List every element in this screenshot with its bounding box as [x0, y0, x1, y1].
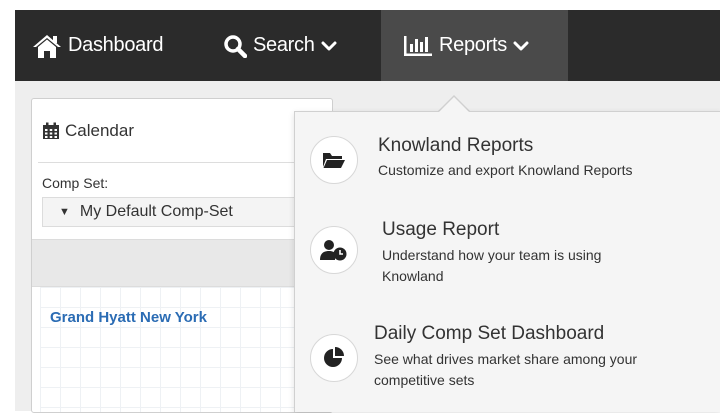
- pie-chart-icon: [310, 334, 358, 382]
- menu-item-title: Daily Comp Set Dashboard: [374, 323, 605, 344]
- calendar-panel: Calendar Comp Set: ▼ My Default Comp-Set…: [31, 98, 333, 413]
- home-icon: [32, 33, 62, 59]
- nav-dashboard-label: Dashboard: [68, 34, 164, 56]
- caret-down-icon: ▼: [59, 206, 70, 218]
- hotel-card: Grand Hyatt New York: [40, 287, 330, 412]
- calendar-header: Calendar: [42, 121, 134, 141]
- comp-set-select[interactable]: ▼ My Default Comp-Set: [42, 197, 322, 227]
- user-clock-icon: [310, 226, 358, 274]
- menu-item-title: Usage Report: [382, 219, 500, 240]
- search-icon: [223, 34, 247, 58]
- menu-item-knowland-reports[interactable]: Knowland Reports Customize and export Kn…: [295, 112, 720, 204]
- nav-search[interactable]: Search: [223, 10, 337, 81]
- top-navbar: Dashboard Search Reports: [15, 10, 720, 81]
- calendar-title: Calendar: [65, 121, 134, 140]
- reports-dropdown-menu: Knowland Reports Customize and export Kn…: [294, 111, 720, 412]
- menu-item-usage-report[interactable]: Usage Report Understand how your team is…: [295, 204, 720, 304]
- menu-item-title: Knowland Reports: [378, 135, 534, 156]
- calendar-toolbar-band: [32, 239, 332, 287]
- menu-item-daily-comp-set-dashboard[interactable]: Daily Comp Set Dashboard See what drives…: [295, 304, 720, 412]
- menu-item-description: See what drives market share among your …: [374, 351, 638, 388]
- comp-set-value: My Default Comp-Set: [79, 203, 233, 220]
- calendar-icon: [42, 122, 60, 140]
- menu-item-description: Understand how your team is using Knowla…: [382, 247, 602, 284]
- divider: [38, 162, 328, 163]
- hotel-name-link[interactable]: Grand Hyatt New York: [50, 309, 207, 326]
- chevron-down-icon: [513, 40, 529, 52]
- nav-reports[interactable]: Reports: [381, 10, 568, 81]
- nav-reports-label: Reports: [439, 34, 507, 56]
- folder-open-icon: [310, 136, 358, 184]
- dropdown-arrow-fill: [438, 97, 470, 113]
- comp-set-label: Comp Set:: [42, 175, 109, 191]
- bar-chart-icon: [403, 35, 433, 57]
- nav-dashboard[interactable]: Dashboard: [32, 10, 163, 81]
- menu-item-description: Customize and export Knowland Reports: [378, 162, 633, 178]
- nav-search-label: Search: [253, 34, 315, 56]
- chevron-down-icon: [321, 40, 337, 52]
